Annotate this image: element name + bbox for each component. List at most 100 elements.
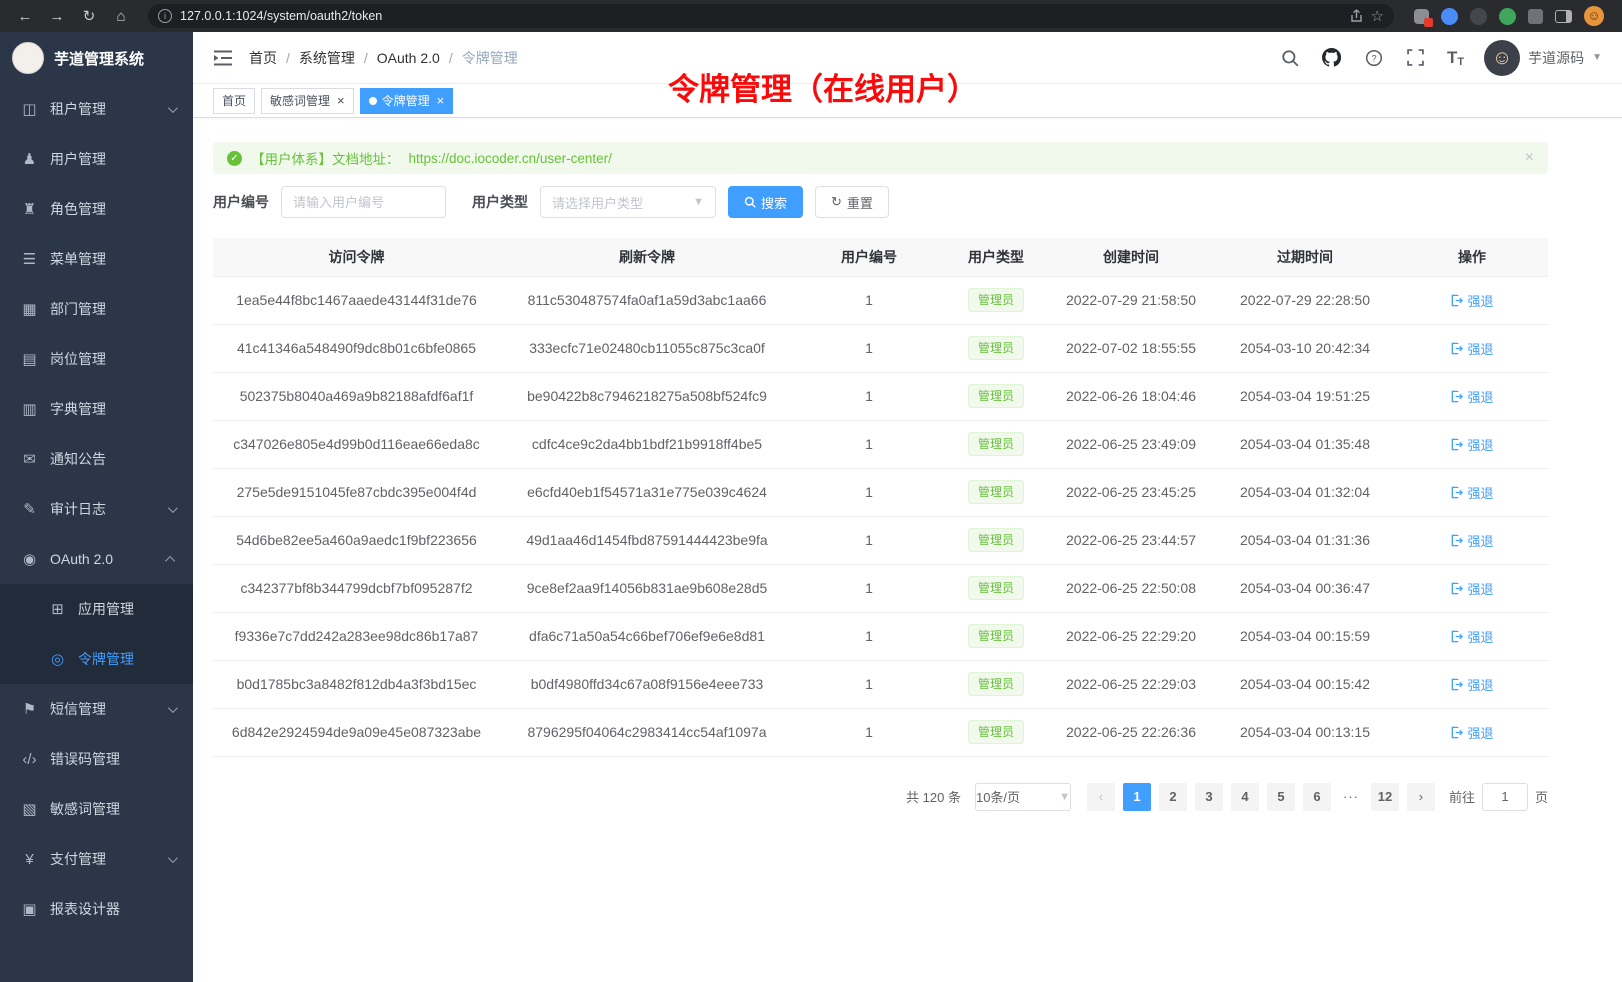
sidebar-item-error-code[interactable]: ‹/›错误码管理 [0, 734, 193, 784]
pager-prev-button[interactable]: ‹ [1087, 783, 1115, 811]
sidebar-item-oauth2[interactable]: ◉OAuth 2.0 [0, 534, 193, 584]
cell-user-id: 1 [794, 612, 944, 660]
force-logout-button[interactable]: 强退 [1450, 339, 1493, 358]
pager-goto: 前往 页 [1449, 783, 1548, 811]
cell-access-token: c342377bf8b344799dcbf7bf095287f2 [213, 564, 500, 612]
cell-expire-time: 2054-03-04 00:36:47 [1214, 564, 1396, 612]
sidebar-item-token-manage[interactable]: ◎令牌管理 [0, 634, 193, 684]
search-icon[interactable] [1279, 47, 1301, 69]
pager-page-3[interactable]: 3 [1195, 783, 1223, 811]
alert-doc-link[interactable]: https://doc.iocoder.cn/user-center/ [409, 151, 612, 166]
extension-icon-blue[interactable] [1441, 8, 1458, 25]
cell-user-id: 1 [794, 276, 944, 324]
sidebar-item-sms[interactable]: ⚑短信管理 [0, 684, 193, 734]
pager-page-12[interactable]: 12 [1371, 783, 1399, 811]
pager-page-2[interactable]: 2 [1159, 783, 1187, 811]
cell-user-type: 管理员 [944, 468, 1048, 516]
force-logout-label: 强退 [1467, 627, 1493, 646]
sidebar-menu: ◫租户管理♟用户管理♜角色管理☰菜单管理▦部门管理▤岗位管理▥字典管理✉通知公告… [0, 84, 193, 982]
tab-close-icon[interactable]: × [437, 94, 445, 107]
force-logout-button[interactable]: 强退 [1450, 435, 1493, 454]
cell-created-time: 2022-06-25 23:49:09 [1048, 420, 1214, 468]
cell-access-token: f9336e7c7dd242a283ee98dc86b17a87 [213, 612, 500, 660]
extension-icon-badged[interactable] [1414, 9, 1429, 24]
cell-expire-time: 2054-03-10 20:42:34 [1214, 324, 1396, 372]
pager-page-4[interactable]: 4 [1231, 783, 1259, 811]
force-logout-button[interactable]: 强退 [1450, 675, 1493, 694]
search-button[interactable]: 搜索 [728, 186, 803, 218]
extension-icon-green[interactable] [1499, 8, 1516, 25]
app-logo[interactable]: 芋道管理系统 [0, 32, 193, 84]
force-logout-button[interactable]: 强退 [1450, 291, 1493, 310]
browser-forward-icon[interactable]: → [44, 4, 70, 28]
sidebar-item-payment[interactable]: ¥支付管理 [0, 834, 193, 884]
site-info-icon[interactable]: i [158, 9, 172, 23]
breadcrumb-item[interactable]: 首页 [249, 48, 277, 68]
bookmark-star-icon[interactable]: ☆ [1371, 7, 1384, 25]
tab-sensitive-word[interactable]: 敏感词管理× [261, 88, 354, 114]
browser-home-icon[interactable]: ⌂ [108, 4, 134, 28]
help-icon[interactable]: ? [1363, 47, 1385, 69]
pager-page-1[interactable]: 1 [1123, 783, 1151, 811]
table-header-row: 访问令牌刷新令牌用户编号用户类型创建时间过期时间操作 [213, 238, 1548, 276]
browser-address-bar[interactable]: i 127.0.0.1:1024/system/oauth2/token ☆ [148, 4, 1394, 28]
sidebar-fold-icon[interactable] [213, 49, 233, 67]
sidebar-item-user[interactable]: ♟用户管理 [0, 134, 193, 184]
breadcrumb-item[interactable]: 系统管理 [299, 48, 355, 68]
user-type-select[interactable]: 请选择用户类型 ▼ [540, 186, 716, 218]
cell-expire-time: 2022-07-29 22:28:50 [1214, 276, 1396, 324]
extension-icon-dark[interactable] [1470, 8, 1487, 25]
sidebar-item-report-designer[interactable]: ▣报表设计器 [0, 884, 193, 934]
sidebar-item-dict[interactable]: ▥字典管理 [0, 384, 193, 434]
sidebar-item-label: 通知公告 [50, 449, 106, 469]
tab-token-manage[interactable]: 令牌管理 × [360, 88, 454, 114]
browser-profile-avatar[interactable]: ☺ [1584, 6, 1604, 26]
share-icon[interactable] [1350, 9, 1363, 23]
force-logout-button[interactable]: 强退 [1450, 531, 1493, 550]
user-type-tag: 管理员 [968, 336, 1024, 360]
reset-button[interactable]: ↻ 重置 [815, 186, 889, 218]
side-panel-icon[interactable] [1555, 10, 1572, 23]
puzzle-extensions-icon[interactable] [1528, 9, 1543, 24]
force-logout-button[interactable]: 强退 [1450, 483, 1493, 502]
user-menu[interactable]: ☺ 芋道源码 ▼ [1484, 40, 1602, 76]
fullscreen-icon[interactable] [1405, 47, 1427, 69]
cell-user-type: 管理员 [944, 420, 1048, 468]
sidebar-item-app-manage[interactable]: ⊞应用管理 [0, 584, 193, 634]
tab-close-icon[interactable]: × [337, 94, 345, 107]
sidebar-item-dept[interactable]: ▦部门管理 [0, 284, 193, 334]
goto-page-input[interactable] [1482, 783, 1528, 811]
sidebar-item-post[interactable]: ▤岗位管理 [0, 334, 193, 384]
force-logout-icon [1450, 486, 1463, 499]
svg-text:?: ? [1371, 53, 1376, 64]
sidebar-item-tenant[interactable]: ◫租户管理 [0, 84, 193, 134]
tokens-table: 访问令牌刷新令牌用户编号用户类型创建时间过期时间操作 1ea5e44f8bc14… [213, 238, 1548, 757]
user-id-input[interactable] [281, 186, 446, 218]
sidebar-item-label: OAuth 2.0 [50, 551, 113, 567]
sidebar-item-menu[interactable]: ☰菜单管理 [0, 234, 193, 284]
force-logout-button[interactable]: 强退 [1450, 723, 1493, 742]
doc-alert: ✓ 【用户体系】文档地址： https://doc.iocoder.cn/use… [213, 142, 1548, 174]
tab-home[interactable]: 首页 [213, 88, 255, 114]
sidebar-item-notice[interactable]: ✉通知公告 [0, 434, 193, 484]
sidebar-item-sensitive-word[interactable]: ▧敏感词管理 [0, 784, 193, 834]
pager-page-6[interactable]: 6 [1303, 783, 1331, 811]
sidebar-item-label: 部门管理 [50, 299, 106, 319]
sidebar-item-audit-log[interactable]: ✎审计日志 [0, 484, 193, 534]
browser-back-icon[interactable]: ← [12, 4, 38, 28]
page-size-select[interactable]: 10条/页 ▼ [975, 783, 1071, 811]
pager-ellipsis[interactable]: ··· [1337, 789, 1365, 804]
pager-next-button[interactable]: › [1407, 783, 1435, 811]
breadcrumb-item[interactable]: OAuth 2.0 [377, 50, 440, 66]
sidebar-item-role[interactable]: ♜角色管理 [0, 184, 193, 234]
github-icon[interactable] [1321, 47, 1343, 69]
force-logout-button[interactable]: 强退 [1450, 387, 1493, 406]
browser-reload-icon[interactable]: ↻ [76, 4, 102, 28]
font-size-icon[interactable]: TT [1447, 48, 1464, 68]
force-logout-button[interactable]: 强退 [1450, 627, 1493, 646]
pager-page-5[interactable]: 5 [1267, 783, 1295, 811]
tab-label: 令牌管理 [382, 92, 430, 109]
alert-close-icon[interactable]: × [1525, 149, 1534, 167]
force-logout-button[interactable]: 强退 [1450, 579, 1493, 598]
cell-actions: 强退 [1396, 660, 1548, 708]
